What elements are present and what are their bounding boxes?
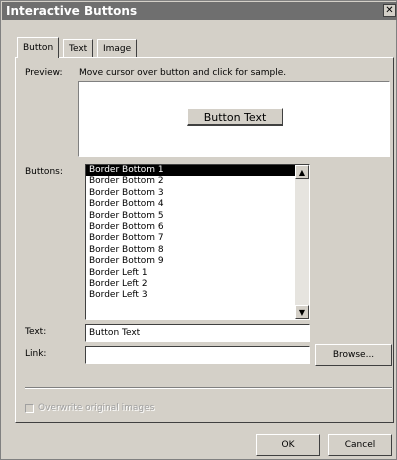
list-scrollbar[interactable]: ▲ ▼ [295, 165, 309, 319]
tab-image-label: Image [103, 44, 132, 54]
list-item[interactable]: Border Bottom 9 [86, 256, 295, 267]
scroll-down-icon[interactable]: ▼ [295, 305, 309, 319]
ok-button[interactable]: OK [256, 434, 320, 456]
browse-button[interactable]: Browse... [315, 344, 392, 366]
buttons-list-items: Border Bottom 1 Border Bottom 2 Border B… [86, 165, 295, 302]
list-item[interactable]: Border Bottom 6 [86, 222, 295, 233]
preview-area: Button Text [78, 81, 390, 157]
tab-text[interactable]: Text [63, 39, 94, 57]
tab-text-label: Text [69, 44, 88, 54]
tab-image[interactable]: Image [97, 39, 138, 57]
cancel-button[interactable]: Cancel [328, 434, 392, 456]
scroll-up-icon[interactable]: ▲ [295, 165, 309, 179]
interactive-buttons-dialog: Interactive Buttons ✕ Button Text Image … [0, 0, 397, 460]
overwrite-label: Overwrite original images [38, 403, 155, 413]
link-label: Link: [25, 349, 47, 359]
tab-button-label: Button [23, 43, 54, 53]
list-item[interactable]: Border Left 1 [86, 268, 295, 279]
sample-button[interactable]: Button Text [187, 108, 283, 126]
text-label: Text: [25, 327, 47, 337]
buttons-listbox[interactable]: Border Bottom 1 Border Bottom 2 Border B… [85, 164, 310, 320]
list-item[interactable]: Border Bottom 5 [86, 211, 295, 222]
link-input[interactable] [85, 346, 310, 364]
separator [25, 387, 392, 389]
list-item[interactable]: Border Bottom 1 [86, 165, 295, 177]
preview-label: Preview: [25, 68, 63, 78]
tab-button[interactable]: Button [17, 37, 60, 58]
list-item[interactable]: Border Bottom 3 [86, 188, 295, 199]
list-item[interactable]: Border Bottom 4 [86, 199, 295, 210]
title-bar[interactable]: Interactive Buttons ✕ [2, 2, 397, 20]
list-item[interactable]: Border Left 3 [86, 290, 295, 301]
window-title: Interactive Buttons [6, 4, 138, 18]
close-icon[interactable]: ✕ [383, 4, 396, 17]
overwrite-checkbox[interactable] [25, 404, 34, 413]
list-item[interactable]: Border Bottom 7 [86, 233, 295, 244]
list-item[interactable]: Border Left 2 [86, 279, 295, 290]
list-item[interactable]: Border Bottom 2 [86, 176, 295, 187]
preview-instruction: Move cursor over button and click for sa… [79, 68, 287, 78]
buttons-label: Buttons: [25, 167, 63, 177]
list-item[interactable]: Border Bottom 8 [86, 245, 295, 256]
text-input[interactable]: Button Text [85, 324, 310, 342]
